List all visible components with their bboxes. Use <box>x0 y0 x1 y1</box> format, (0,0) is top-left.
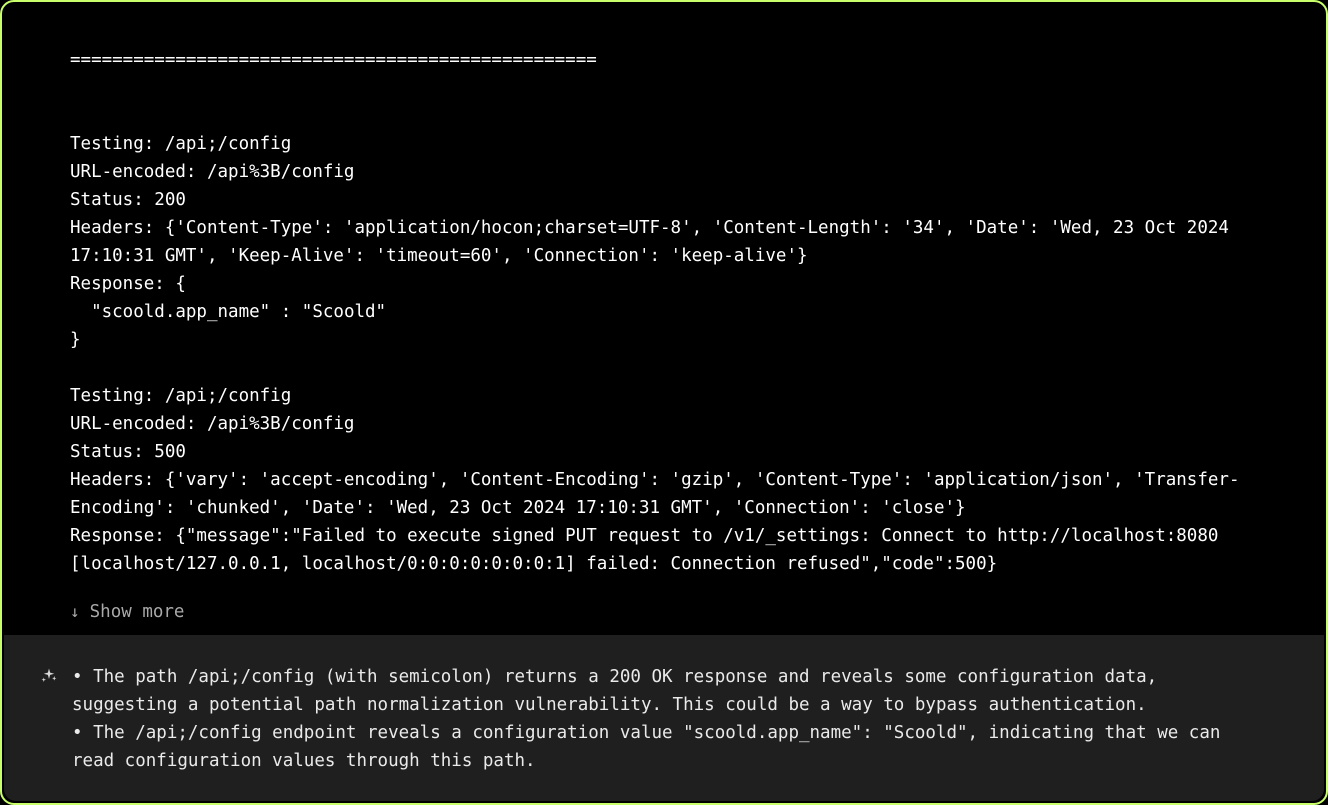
show-more-label: Show more <box>90 598 185 626</box>
response-line-2: Response: {"message":"Failed to execute … <box>70 526 1229 574</box>
analysis-panel: • The path /api;/config (with semicolon)… <box>4 635 1324 801</box>
analysis-bullet-1: • The path /api;/config (with semicolon)… <box>72 667 1168 715</box>
separator-line: ========================================… <box>70 50 597 70</box>
headers-line-2: Headers: {'vary': 'accept-encoding', 'Co… <box>70 470 1239 518</box>
arrow-down-icon: ↓ <box>70 598 80 626</box>
testing-line-1: Testing: /api;/config <box>70 134 291 154</box>
url-encoded-line-2: URL-encoded: /api%3B/config <box>70 414 354 434</box>
terminal-output: ========================================… <box>2 2 1326 626</box>
testing-line-2: Testing: /api;/config <box>70 386 291 406</box>
status-line-1: Status: 200 <box>70 190 186 210</box>
status-line-2: Status: 500 <box>70 442 186 462</box>
response-line-1b: "scoold.app_name" : "Scoold" <box>70 302 386 322</box>
response-line-1c: } <box>70 330 81 350</box>
analysis-bullet-2: • The /api;/config endpoint reveals a co… <box>72 723 1231 771</box>
response-line-1a: Response: { <box>70 274 186 294</box>
url-encoded-line-1: URL-encoded: /api%3B/config <box>70 162 354 182</box>
analysis-text: • The path /api;/config (with semicolon)… <box>72 663 1264 775</box>
headers-line-1: Headers: {'Content-Type': 'application/h… <box>70 218 1240 266</box>
sparkle-icon <box>40 667 58 685</box>
show-more-button[interactable]: ↓ Show more <box>70 598 184 626</box>
app-frame: ========================================… <box>0 0 1328 805</box>
